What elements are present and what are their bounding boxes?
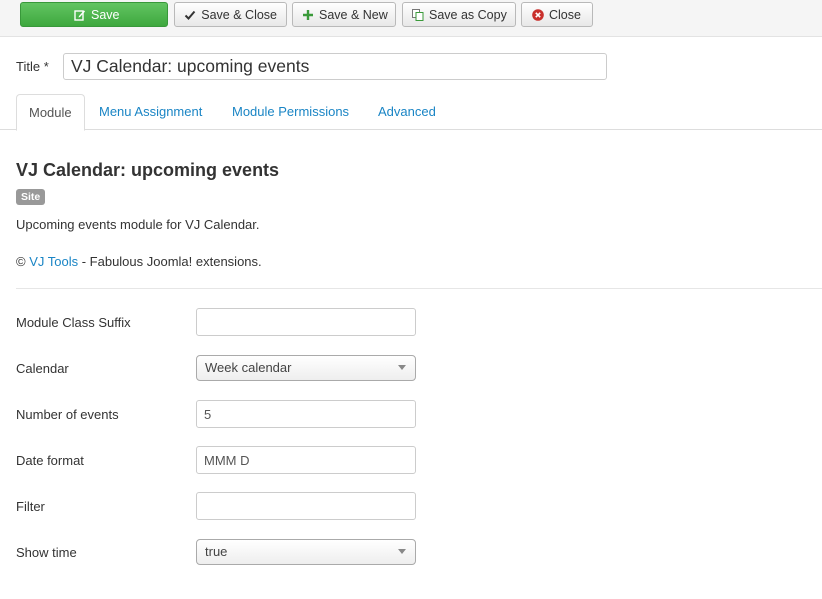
close-button[interactable]: Close: [521, 2, 593, 27]
show-time-label: Show time: [16, 545, 77, 560]
save-close-button[interactable]: Save & Close: [174, 2, 287, 27]
show-time-select[interactable]: true: [196, 539, 416, 565]
save-as-copy-label: Save as Copy: [429, 7, 507, 22]
tab-module-permissions[interactable]: Module Permissions: [220, 94, 361, 130]
site-badge: Site: [16, 189, 46, 205]
calendar-select[interactable]: Week calendar: [196, 355, 416, 381]
date-format-label: Date format: [16, 453, 84, 468]
module-heading: VJ Calendar: upcoming events: [16, 160, 280, 180]
chevron-down-icon: [398, 365, 406, 370]
close-label: Close: [549, 7, 581, 22]
number-of-events-input[interactable]: [196, 400, 416, 428]
date-format-input[interactable]: [196, 446, 416, 474]
module-class-suffix-label: Module Class Suffix: [16, 315, 131, 330]
credit-suffix: - Fabulous Joomla! extensions.: [78, 254, 262, 269]
save-close-label: Save & Close: [201, 7, 277, 22]
plus-icon: [302, 8, 314, 21]
number-of-events-label: Number of events: [16, 407, 119, 422]
module-description: Upcoming events module for VJ Calendar.: [16, 217, 260, 232]
save-as-copy-button[interactable]: Save as Copy: [402, 2, 516, 27]
title-input[interactable]: [63, 53, 607, 80]
check-icon: [184, 8, 196, 21]
module-class-suffix-input[interactable]: [196, 308, 416, 336]
filter-label: Filter: [16, 499, 45, 514]
filter-input[interactable]: [196, 492, 416, 520]
calendar-select-value: Week calendar: [205, 360, 292, 375]
toolbar: Save Save & Close Save & New Save as Cop…: [0, 0, 822, 37]
tab-advanced[interactable]: Advanced: [366, 94, 448, 130]
close-icon: [531, 8, 544, 21]
vj-tools-link[interactable]: VJ Tools: [29, 254, 78, 269]
chevron-down-icon: [398, 549, 406, 554]
save-button[interactable]: Save: [20, 2, 168, 27]
save-new-button[interactable]: Save & New: [292, 2, 396, 27]
tab-bar: Module Menu Assignment Module Permission…: [0, 94, 822, 131]
edit-icon: [73, 8, 86, 21]
credit-line: © VJ Tools - Fabulous Joomla! extensions…: [16, 254, 262, 269]
show-time-select-value: true: [205, 544, 228, 559]
save-new-label: Save & New: [319, 7, 388, 22]
tab-menu-assignment[interactable]: Menu Assignment: [87, 94, 214, 130]
tab-module[interactable]: Module: [16, 94, 85, 131]
divider: [16, 288, 822, 289]
calendar-label: Calendar: [16, 361, 69, 376]
copy-icon: [412, 8, 424, 21]
save-label: Save: [91, 7, 120, 22]
title-label: Title *: [16, 59, 49, 74]
credit-prefix: ©: [16, 254, 30, 269]
